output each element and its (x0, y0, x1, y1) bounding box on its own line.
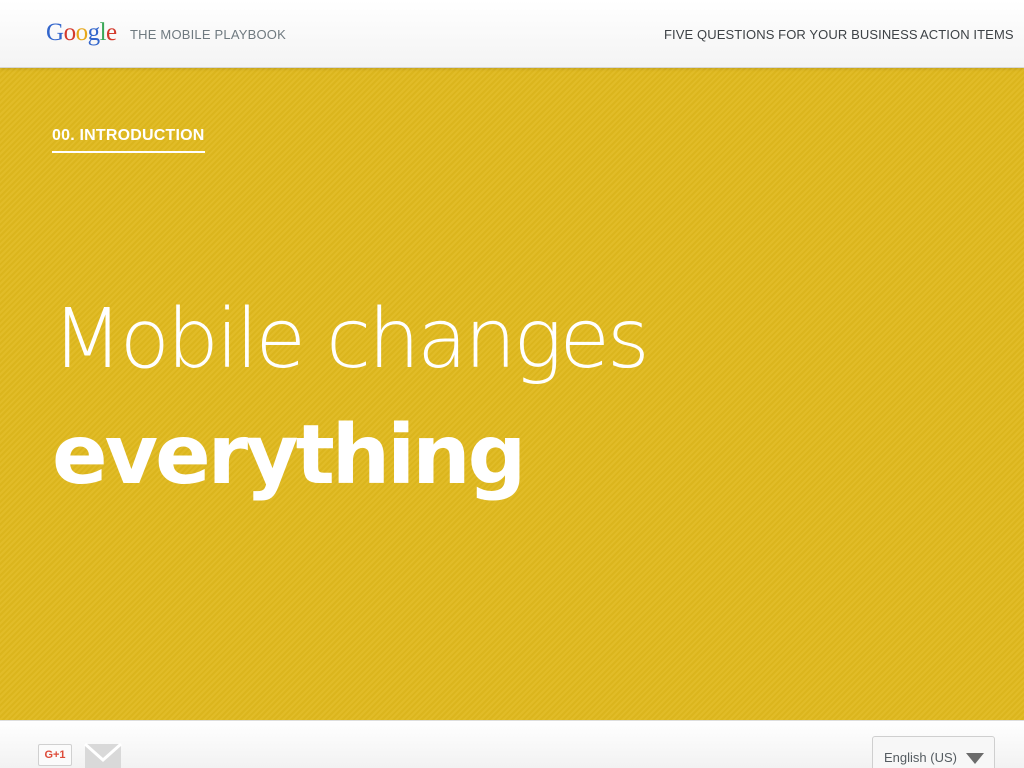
nav-link-action-items[interactable]: ACTION ITEMS (920, 27, 1014, 42)
logo-letter: g (87, 19, 101, 46)
logo-letter: G (46, 19, 64, 46)
logo-letter: o (75, 19, 89, 46)
mail-icon[interactable] (84, 742, 122, 768)
language-select[interactable]: English (US) (872, 736, 995, 768)
google-plus-one-button[interactable]: G+1 (38, 744, 72, 766)
google-logo[interactable]: Google (46, 18, 117, 48)
footer-bar: G+1 English (US) (0, 720, 1024, 768)
site-title[interactable]: THE MOBILE PLAYBOOK (130, 27, 286, 42)
logo-letter: o (63, 19, 77, 46)
language-select-value: English (US) (884, 750, 957, 765)
headline-bold: everything (52, 408, 526, 503)
top-navigation-bar: Google THE MOBILE PLAYBOOK FIVE QUESTION… (0, 0, 1024, 68)
headline-light: Mobile changes (52, 292, 650, 387)
mail-icon-graphic (84, 742, 122, 768)
section-label: 00. INTRODUCTION (52, 127, 205, 153)
chevron-down-icon (966, 753, 984, 764)
hero-section: 00. INTRODUCTION Mobile changes everythi… (0, 68, 1024, 720)
logo-letter: e (106, 19, 117, 46)
nav-link-five-questions[interactable]: FIVE QUESTIONS FOR YOUR BUSINESS (664, 27, 918, 42)
